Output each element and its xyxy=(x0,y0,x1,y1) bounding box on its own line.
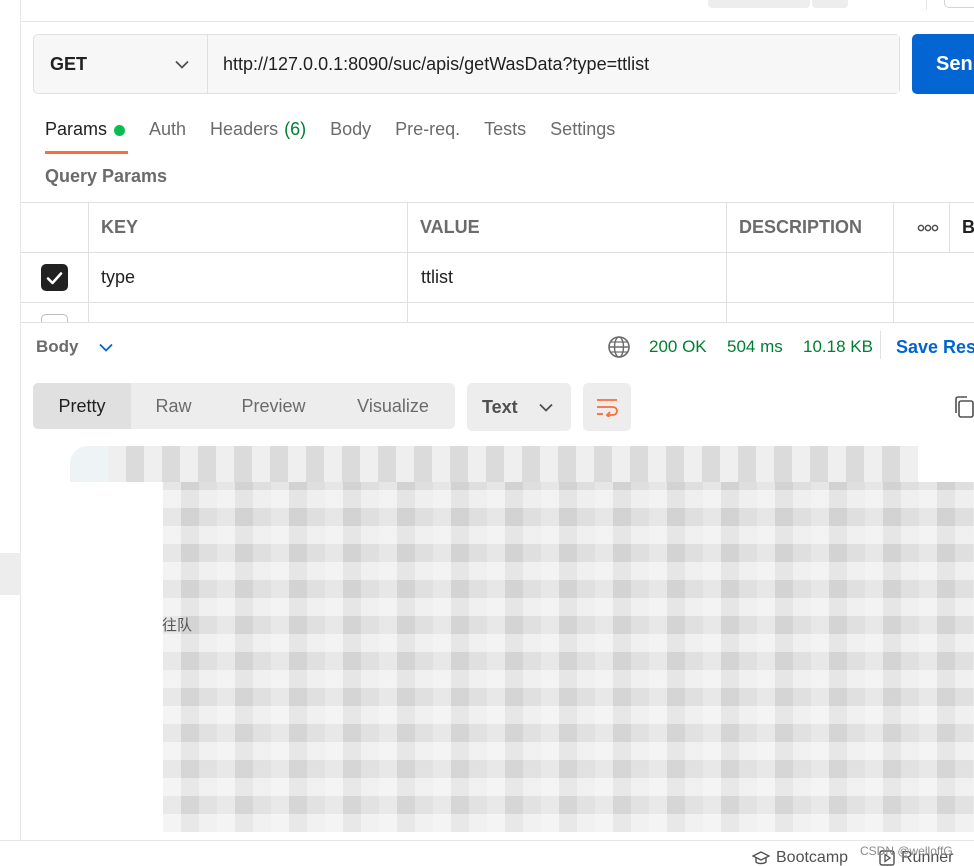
row-check-cell xyxy=(21,303,89,323)
tab-body[interactable]: Body xyxy=(330,116,371,154)
tab-auth[interactable]: Auth xyxy=(149,116,186,154)
column-header-value: VALUE xyxy=(408,203,727,252)
toolbar-outline-button[interactable] xyxy=(944,0,974,8)
request-bar: GET http://127.0.0.1:8090/suc/apis/getWa… xyxy=(33,34,900,94)
toolbar-chip[interactable] xyxy=(812,0,848,8)
table-header-row: KEY VALUE DESCRIPTION B xyxy=(21,203,974,253)
tab-headers[interactable]: Headers (6) xyxy=(210,116,306,154)
header-check-cell xyxy=(21,203,89,252)
bootcamp-label: Bootcamp xyxy=(776,849,849,866)
left-sidebar-rail xyxy=(0,0,21,840)
tab-params[interactable]: Params xyxy=(45,116,129,154)
format-select[interactable]: Text xyxy=(467,383,571,431)
watermark-text: CSDN @welloffG xyxy=(860,844,953,858)
toolbar-divider xyxy=(926,0,927,10)
view-mode-tabs: Pretty Raw Preview Visualize xyxy=(33,383,455,429)
tab-label: Params xyxy=(45,119,108,139)
response-header: Body 200 OK 504 ms 10.18 KB Save Res xyxy=(21,323,974,373)
format-label: Text xyxy=(482,396,518,417)
request-tabs: Params Auth Headers (6) Body Pre-req. Te… xyxy=(45,116,639,154)
pixelated-region xyxy=(163,482,974,832)
bootcamp-button[interactable]: Bootcamp xyxy=(752,849,848,866)
ghost-text: 往队 xyxy=(162,617,193,634)
chevron-down-icon xyxy=(98,343,113,352)
sidebar-highlight[interactable] xyxy=(0,553,21,595)
new-param-value[interactable] xyxy=(408,303,727,323)
query-params-title: Query Params xyxy=(45,166,168,186)
param-description[interactable] xyxy=(727,253,894,302)
url-input[interactable]: http://127.0.0.1:8090/suc/apis/getWasDat… xyxy=(208,35,899,93)
new-param-key[interactable] xyxy=(89,303,408,323)
response-size[interactable]: 10.18 KB xyxy=(803,337,873,357)
params-active-dot xyxy=(114,125,126,136)
method-select[interactable]: GET xyxy=(34,35,208,93)
params-table: KEY VALUE DESCRIPTION B type ttlist xyxy=(21,202,974,323)
stat-divider xyxy=(880,331,881,359)
param-key[interactable]: type xyxy=(89,253,408,302)
view-visualize[interactable]: Visualize xyxy=(331,383,455,429)
view-pretty[interactable]: Pretty xyxy=(33,383,131,429)
table-row-empty xyxy=(21,303,974,323)
param-value[interactable]: ttlist xyxy=(408,253,727,302)
toolbar-chip[interactable] xyxy=(708,0,810,8)
view-preview[interactable]: Preview xyxy=(216,383,331,429)
save-response-button[interactable]: Save Res xyxy=(896,337,974,358)
more-options-button[interactable] xyxy=(894,203,950,252)
view-raw[interactable]: Raw xyxy=(131,383,216,429)
new-param-description[interactable] xyxy=(727,303,894,323)
graduation-cap-icon xyxy=(752,851,770,865)
headers-count: (6) xyxy=(284,119,307,139)
send-button[interactable]: Sen xyxy=(912,34,974,94)
pixelated-region xyxy=(70,446,108,482)
row-spacer xyxy=(894,253,950,302)
tab-label: Body xyxy=(330,119,372,139)
tab-label: Auth xyxy=(149,119,187,139)
globe-icon[interactable] xyxy=(607,335,631,359)
response-body-select[interactable]: Body xyxy=(36,337,113,357)
tab-label: Settings xyxy=(550,119,616,139)
tab-pre-request[interactable]: Pre-req. xyxy=(395,116,460,154)
table-row: type ttlist xyxy=(21,253,974,303)
copy-icon[interactable] xyxy=(953,395,974,419)
column-header-bulk-edit[interactable]: B xyxy=(950,203,974,252)
tab-settings[interactable]: Settings xyxy=(550,116,615,154)
status-bar: Bootcamp Runner xyxy=(0,840,974,866)
response-time[interactable]: 504 ms xyxy=(727,337,783,357)
checkmark-icon xyxy=(46,271,63,284)
pixelated-region xyxy=(108,446,918,482)
tab-label: Headers xyxy=(210,119,279,139)
row-checkbox[interactable] xyxy=(41,264,68,291)
method-label: GET xyxy=(50,53,88,74)
row-check-cell xyxy=(21,253,89,302)
wrap-lines-icon xyxy=(597,399,618,417)
top-toolbar-strip xyxy=(21,0,974,22)
response-body-content[interactable]: 往队 xyxy=(70,446,974,832)
status-code[interactable]: 200 OK xyxy=(649,337,707,357)
column-header-description: DESCRIPTION xyxy=(727,203,894,252)
chevron-down-icon xyxy=(175,60,189,69)
tab-tests[interactable]: Tests xyxy=(484,116,526,154)
response-body-label: Body xyxy=(36,337,79,356)
tab-label: Pre-req. xyxy=(395,119,461,139)
wrap-lines-button[interactable] xyxy=(583,383,631,431)
tab-label: Tests xyxy=(484,119,527,139)
column-header-key: KEY xyxy=(89,203,408,252)
more-horizontal-icon xyxy=(917,224,938,231)
chevron-down-icon xyxy=(539,403,553,412)
